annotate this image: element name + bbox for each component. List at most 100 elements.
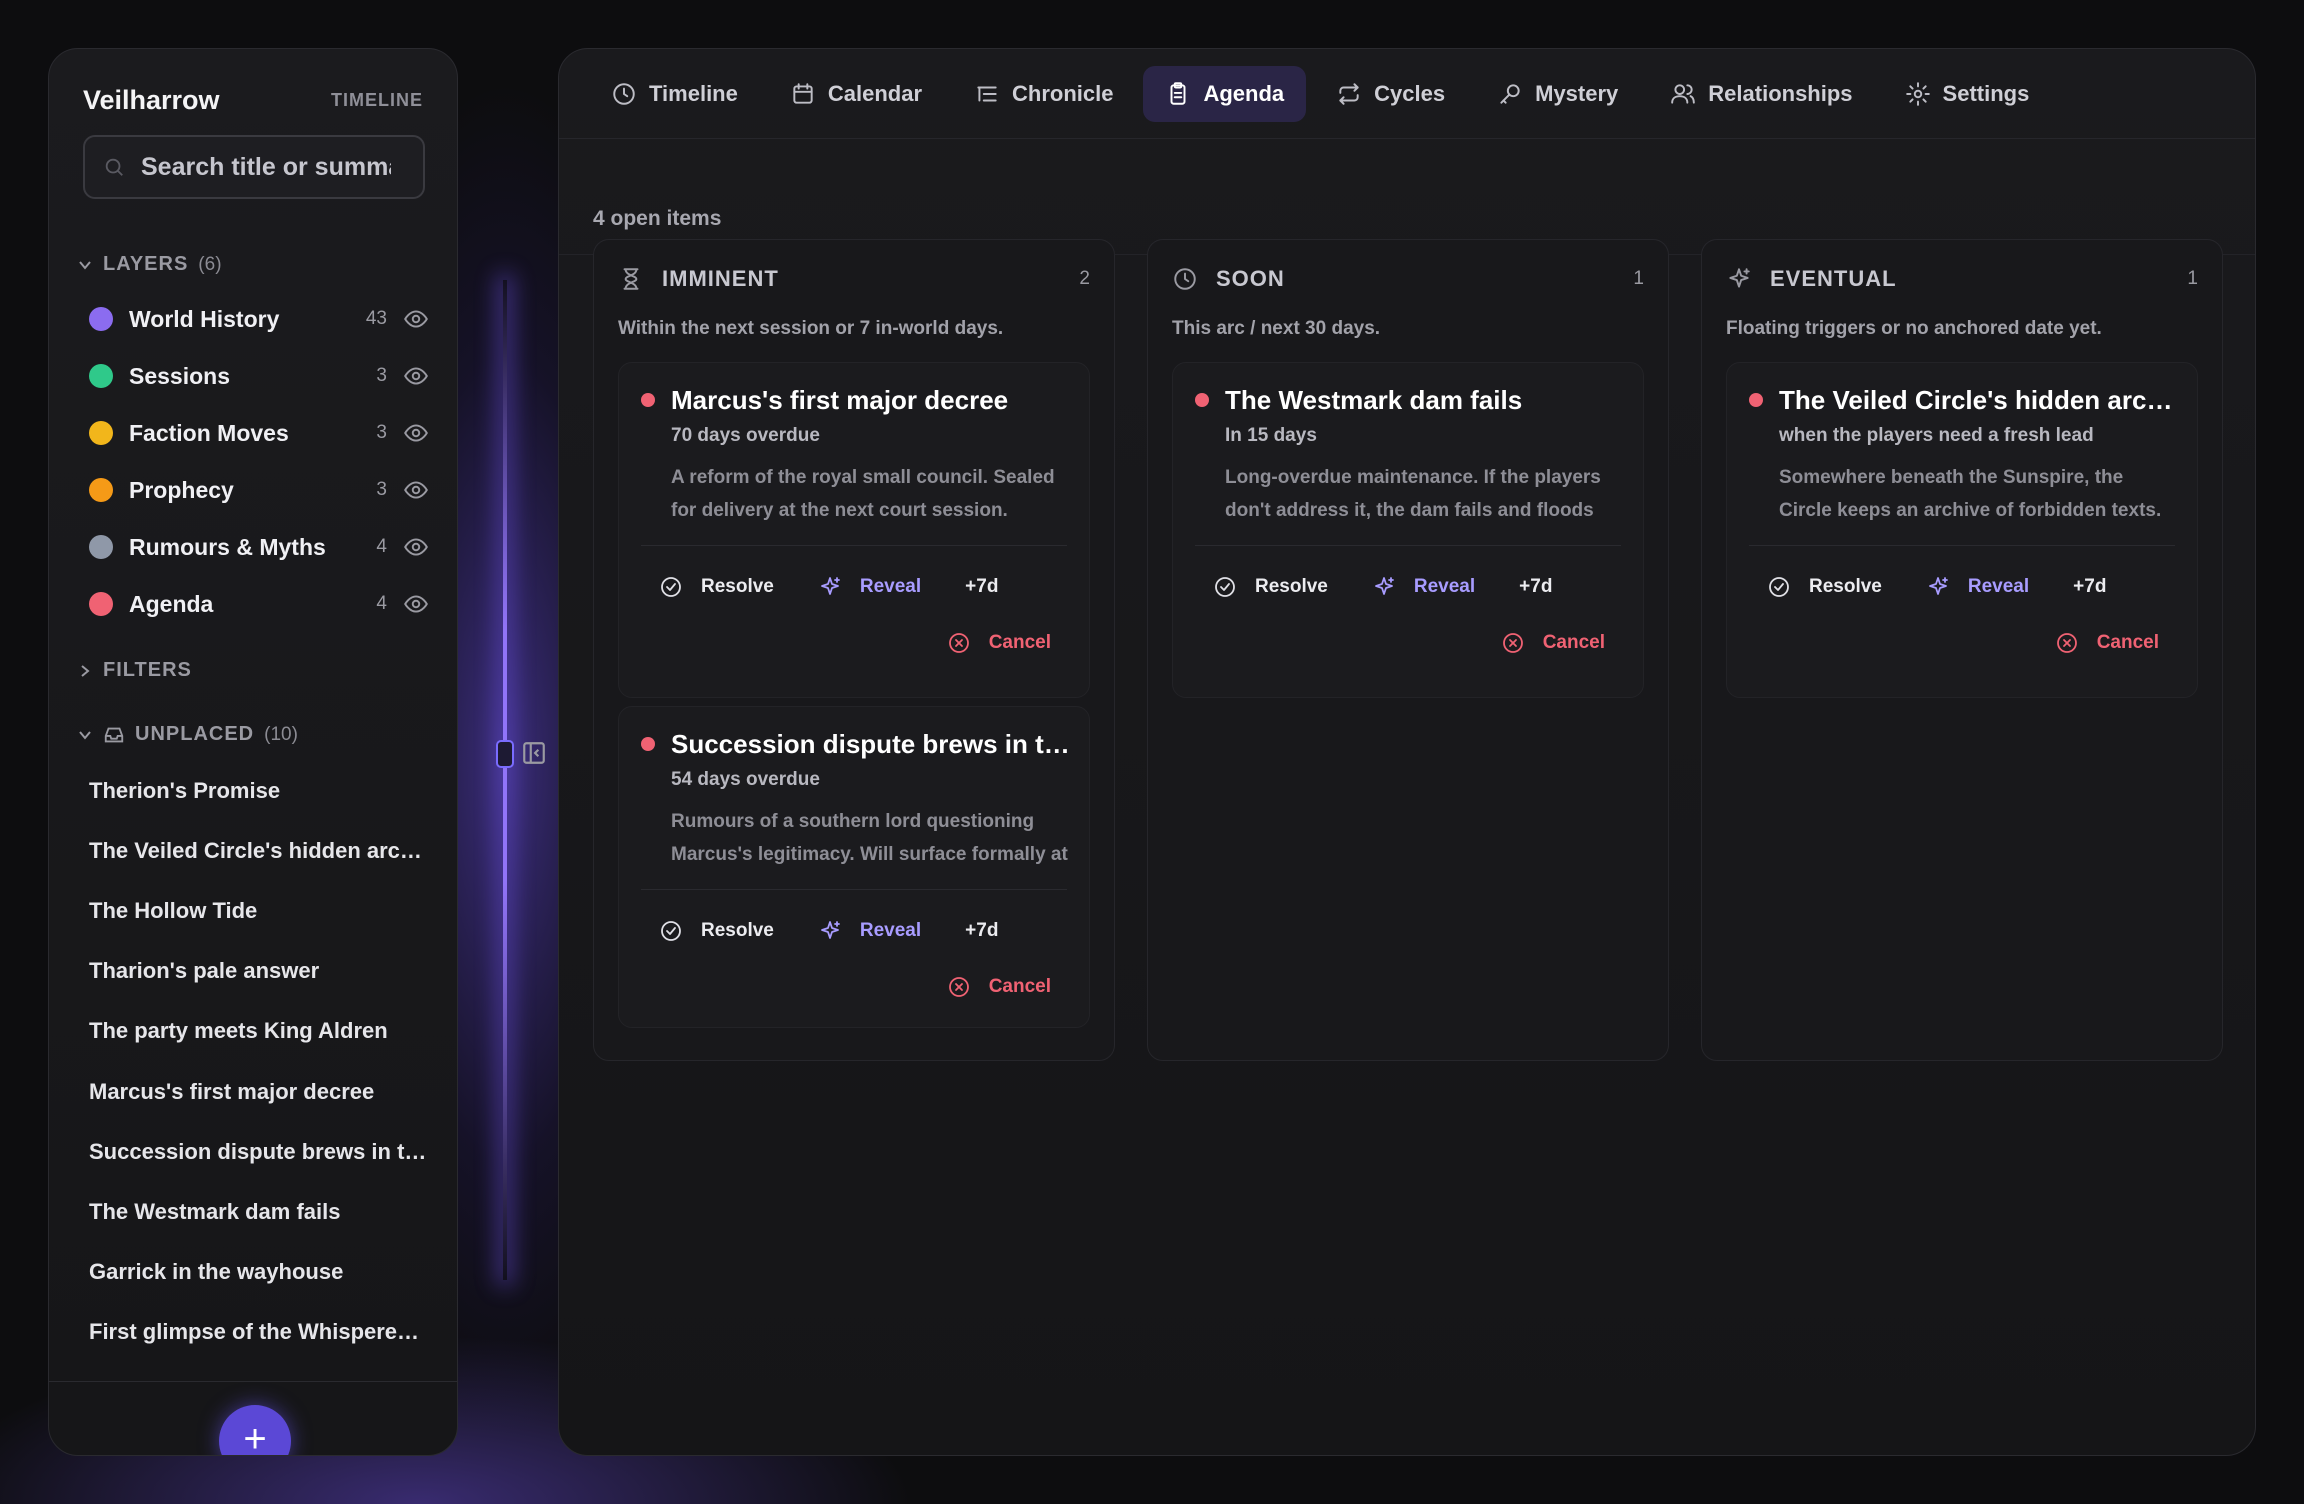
tab-label: Chronicle — [1012, 80, 1114, 106]
unplaced-item[interactable]: Garrick in the wayhouse — [89, 1259, 429, 1285]
search-input[interactable] — [141, 152, 391, 182]
search-box[interactable] — [83, 135, 425, 199]
column-header: IMMINENT 2 — [618, 266, 1090, 292]
layer-visibility-toggle[interactable] — [403, 477, 429, 503]
unplaced-item[interactable]: The party meets King Aldren — [89, 1018, 429, 1044]
main-panel: Timeline Calendar Chronicle Agenda Cycles Mys… — [558, 48, 2256, 1456]
reveal-button[interactable]: Reveal — [1926, 575, 2029, 599]
resolve-label: Resolve — [701, 920, 774, 941]
layer-visibility-toggle[interactable] — [403, 591, 429, 617]
column-description: Floating triggers or no anchored date ye… — [1726, 318, 2102, 339]
card-title: Succession dispute brews in the south — [671, 729, 1071, 759]
delay-button[interactable]: +7d — [2073, 576, 2106, 598]
delay-button[interactable]: +7d — [1519, 576, 1552, 598]
layer-item-sessions[interactable]: Sessions 3 — [89, 356, 429, 396]
tab-relationships[interactable]: Relationships — [1648, 66, 1874, 122]
delay-label: +7d — [1519, 576, 1553, 597]
layer-item-rumours-myths[interactable]: Rumours & Myths 4 — [89, 527, 429, 567]
resize-handle[interactable] — [496, 740, 514, 768]
card-summary: Rumours of a southern lord questioning M… — [671, 811, 1068, 865]
reveal-button[interactable]: Reveal — [818, 575, 921, 599]
cancel-button[interactable]: Cancel — [2055, 631, 2159, 655]
reveal-button[interactable]: Reveal — [818, 919, 921, 943]
resolve-button[interactable]: Resolve — [1767, 575, 1882, 599]
unplaced-section-toggle[interactable]: UNPLACED (10) — [77, 723, 298, 746]
sidebar-header: Veilharrow TIMELINE — [83, 85, 423, 115]
reveal-label: Reveal — [1967, 576, 2030, 597]
cancel-button[interactable]: Cancel — [1501, 631, 1605, 655]
card-summary: Somewhere beneath the Sunspire, the Circ… — [1779, 467, 2162, 521]
status-dot — [1749, 393, 1763, 407]
unplaced-item[interactable]: The Veiled Circle's hidden archive — [89, 838, 429, 864]
card-actions: Resolve Reveal +7d — [659, 575, 1042, 599]
add-event-button[interactable]: + — [219, 1405, 291, 1455]
unplaced-item[interactable]: Succession dispute brews in the south — [89, 1139, 429, 1165]
tab-bar: Timeline Calendar Chronicle Agenda Cycles Mys… — [559, 49, 2255, 139]
layer-visibility-toggle[interactable] — [403, 534, 429, 560]
card-due: 54 days overdue — [671, 769, 820, 790]
cancel-button[interactable]: Cancel — [947, 975, 1051, 999]
x-circle-icon — [948, 633, 969, 653]
reveal-button[interactable]: Reveal — [1372, 575, 1475, 599]
card-divider — [641, 889, 1067, 890]
tab-label: Timeline — [649, 80, 738, 106]
resolve-button[interactable]: Resolve — [659, 919, 774, 943]
agenda-card[interactable]: Marcus's first major decree 70 days over… — [618, 362, 1090, 698]
column-title: EVENTUAL — [1770, 266, 1897, 291]
layer-visibility-toggle[interactable] — [403, 420, 429, 446]
eye-icon — [404, 310, 428, 328]
resolve-label: Resolve — [1809, 576, 1882, 597]
tab-label: Agenda — [1203, 80, 1285, 106]
tab-calendar[interactable]: Calendar — [768, 66, 944, 122]
tab-chronicle[interactable]: Chronicle — [952, 66, 1135, 122]
unplaced-item[interactable]: Tharion's pale answer — [89, 958, 429, 984]
unplaced-item[interactable]: First glimpse of the Whispered Order — [89, 1319, 429, 1345]
agenda-card[interactable]: The Westmark dam fails In 15 days Long-o… — [1172, 362, 1644, 698]
tab-label: Settings — [1942, 80, 2030, 106]
delay-button[interactable]: +7d — [965, 920, 998, 942]
cancel-button[interactable]: Cancel — [947, 631, 1051, 655]
unplaced-item[interactable]: The Westmark dam fails — [89, 1199, 429, 1225]
tab-timeline[interactable]: Timeline — [589, 66, 760, 122]
check-circle-icon — [1215, 577, 1235, 597]
reveal-label: Reveal — [859, 576, 922, 597]
agenda-column-soon: SOON 1 This arc / next 30 days. The West… — [1147, 239, 1669, 1061]
clock-icon — [1174, 268, 1196, 290]
resolve-button[interactable]: Resolve — [1213, 575, 1328, 599]
layer-item-prophecy[interactable]: Prophecy 3 — [89, 470, 429, 510]
card-summary: A reform of the royal small council. Sea… — [671, 467, 1055, 521]
unplaced-item[interactable]: Therion's Promise — [89, 778, 429, 804]
layers-section-toggle[interactable]: LAYERS (6) — [77, 253, 222, 276]
tab-settings[interactable]: Settings — [1883, 66, 2052, 122]
clipboard-icon — [1171, 81, 1186, 105]
cancel-label: Cancel — [2096, 632, 2159, 653]
layer-color-dot — [89, 364, 113, 388]
chevron-down-icon — [79, 260, 91, 270]
layer-item-agenda[interactable]: Agenda 4 — [89, 584, 429, 624]
tab-agenda[interactable]: Agenda — [1143, 65, 1307, 122]
layer-item-world-history[interactable]: World History 43 — [89, 299, 429, 339]
tab-mystery[interactable]: Mystery — [1475, 66, 1640, 122]
card-actions: Resolve Reveal +7d — [1767, 575, 2150, 599]
unplaced-item[interactable]: Marcus's first major decree — [89, 1079, 429, 1105]
filters-section-toggle[interactable]: FILTERS — [77, 659, 192, 682]
tab-cycles[interactable]: Cycles — [1314, 66, 1467, 122]
sparkle-icon — [1374, 577, 1394, 595]
delay-button[interactable]: +7d — [965, 576, 998, 598]
layer-visibility-toggle[interactable] — [403, 363, 429, 389]
layer-count: 4 — [376, 536, 387, 557]
layer-count: 3 — [376, 479, 387, 500]
agenda-card[interactable]: Succession dispute brews in the south 54… — [618, 706, 1090, 1028]
layer-visibility-toggle[interactable] — [403, 306, 429, 332]
collapse-sidebar-icon[interactable] — [521, 740, 547, 766]
layer-name: Agenda — [129, 590, 214, 617]
layer-item-faction-moves[interactable]: Faction Moves 3 — [89, 413, 429, 453]
eye-icon — [404, 481, 428, 499]
unplaced-item[interactable]: The Hollow Tide — [89, 898, 429, 924]
card-summary: Long-overdue maintenance. If the players… — [1225, 467, 1601, 521]
resolve-button[interactable]: Resolve — [659, 575, 774, 599]
status-dot — [641, 393, 655, 407]
check-circle-icon — [1769, 577, 1789, 597]
agenda-card[interactable]: The Veiled Circle's hidden archive when … — [1726, 362, 2198, 698]
clock-icon — [613, 82, 635, 105]
